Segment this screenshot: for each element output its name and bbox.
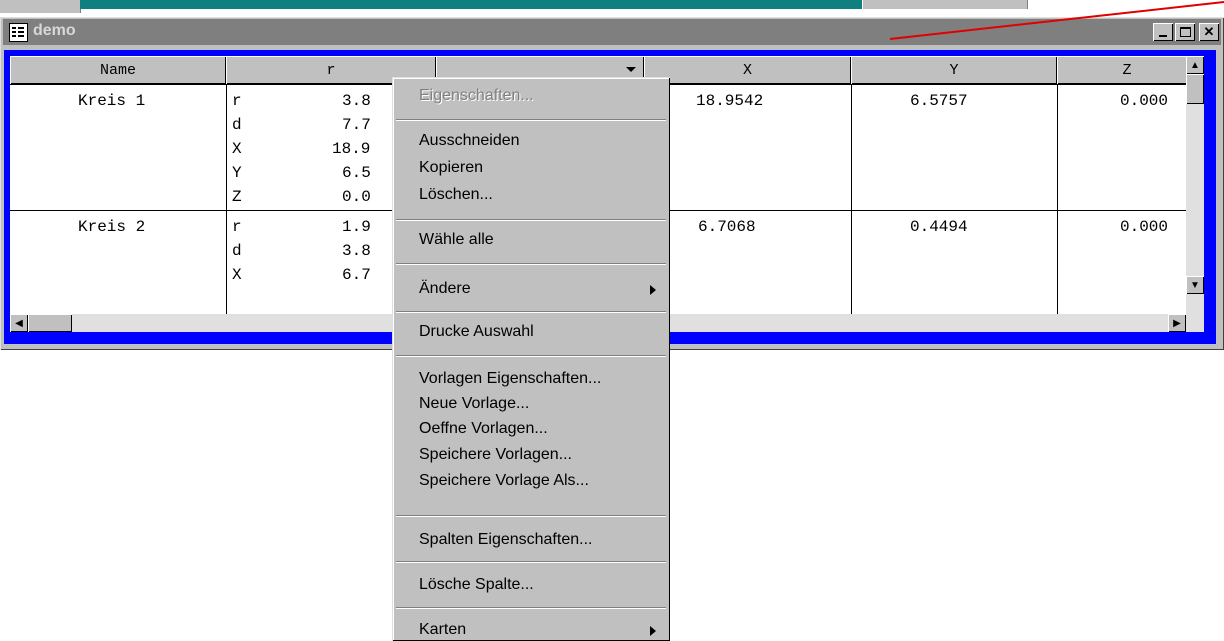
submenu-arrow-icon [650, 285, 656, 295]
context-menu: Eigenschaften... Ausschneiden Kopieren L… [392, 77, 670, 641]
prop-key: X [232, 140, 242, 158]
prop-value: 1.9 [342, 218, 371, 236]
menu-item-maps[interactable]: Karten [419, 621, 659, 639]
prop-key: r [232, 218, 242, 236]
menu-separator [396, 561, 666, 563]
menu-item-properties[interactable]: Eigenschaften... [419, 87, 534, 105]
menu-item-delete-column[interactable]: Lösche Spalte... [419, 576, 534, 594]
column-header-name[interactable]: Name [10, 56, 226, 84]
prop-key: Z [232, 188, 242, 206]
menu-separator [396, 119, 666, 121]
menu-item-save-template-as[interactable]: Speichere Vorlage Als... [419, 472, 589, 490]
arrow-right-icon: ▶ [1173, 317, 1181, 329]
submenu-arrow-icon [650, 626, 656, 636]
menu-item-cut[interactable]: Ausschneiden [419, 132, 520, 150]
prop-key: Y [232, 164, 242, 182]
arrow-down-icon: ▼ [1190, 279, 1200, 291]
cell-x[interactable]: 6.7068 [698, 218, 756, 236]
horizontal-scroll-thumb[interactable] [28, 314, 72, 332]
prop-key: d [232, 116, 242, 134]
menu-item-print-selection[interactable]: Drucke Auswahl [419, 323, 534, 341]
menu-item-select-all[interactable]: Wähle alle [419, 231, 494, 249]
scroll-right-button[interactable]: ▶ [1168, 314, 1186, 332]
menu-separator [396, 311, 666, 313]
menu-separator [396, 607, 666, 609]
sort-down-icon [626, 67, 636, 72]
menu-item-delete[interactable]: Löschen... [419, 186, 493, 204]
scroll-left-button[interactable]: ◀ [10, 314, 28, 332]
prop-value: 7.7 [342, 116, 371, 134]
prop-value: 0.0 [342, 188, 371, 206]
menu-item-save-templates[interactable]: Speichere Vorlagen... [419, 446, 572, 464]
prop-value: 6.7 [342, 266, 371, 284]
annotation-line [889, 1, 1224, 40]
menu-item-copy[interactable]: Kopieren [419, 159, 483, 177]
prop-value: 3.8 [342, 92, 371, 110]
column-header-x[interactable]: X [644, 56, 851, 84]
prop-key: d [232, 242, 242, 260]
vertical-scrollbar[interactable]: ▲ ▼ [1186, 56, 1204, 314]
prop-key: X [232, 266, 242, 284]
row-name[interactable]: Kreis 2 [78, 218, 145, 236]
prop-value: 18.9 [332, 140, 371, 158]
menu-item-open-templates[interactable]: Oeffne Vorlagen... [419, 420, 548, 438]
menu-item-column-properties[interactable]: Spalten Eigenschaften... [419, 531, 592, 549]
scroll-down-button[interactable]: ▼ [1186, 276, 1204, 294]
prop-value: 6.5 [342, 164, 371, 182]
menu-separator [396, 263, 666, 265]
arrow-up-icon: ▲ [1190, 59, 1200, 71]
menu-item-new-template[interactable]: Neue Vorlage... [419, 395, 529, 413]
vertical-scroll-thumb[interactable] [1186, 74, 1204, 104]
cell-y[interactable]: 0.4494 [910, 218, 968, 236]
menu-item-change[interactable]: Ändere [419, 280, 659, 298]
cell-x[interactable]: 18.9542 [696, 92, 763, 110]
prop-key: r [232, 92, 242, 110]
column-header-y[interactable]: Y [851, 56, 1057, 84]
menu-separator [396, 355, 666, 357]
cell-z[interactable]: 0.000 [1120, 218, 1168, 236]
cell-y[interactable]: 6.5757 [910, 92, 968, 110]
column-header-z[interactable]: Z [1057, 56, 1186, 84]
menu-separator [396, 515, 666, 517]
menu-item-template-properties[interactable]: Vorlagen Eigenschaften... [419, 370, 601, 388]
menu-separator [396, 219, 666, 221]
arrow-left-icon: ◀ [15, 317, 23, 329]
cell-z[interactable]: 0.000 [1120, 92, 1168, 110]
row-name[interactable]: Kreis 1 [78, 92, 145, 110]
prop-value: 3.8 [342, 242, 371, 260]
